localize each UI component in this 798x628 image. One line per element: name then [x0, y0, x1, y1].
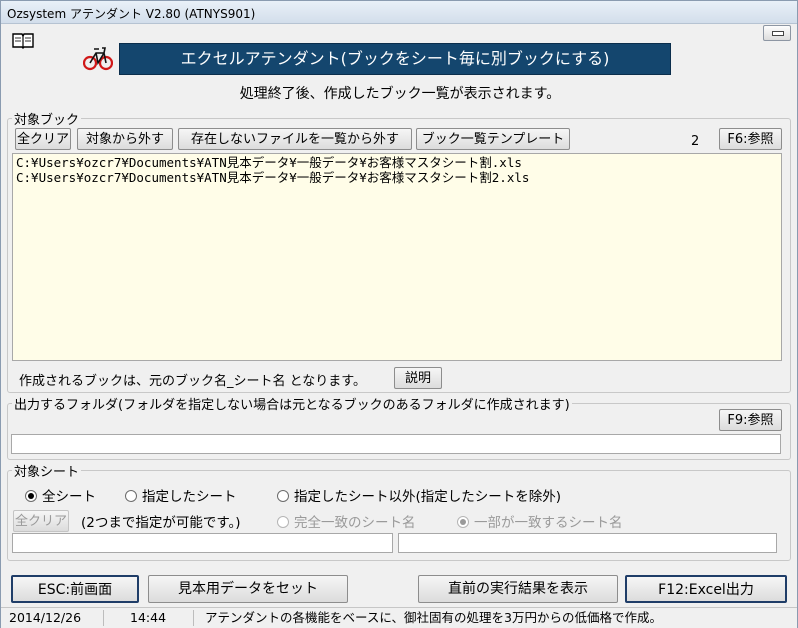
- output-folder-legend: 出力するフォルダ(フォルダを指定しない場合は元となるブックのあるフォルダに作成さ…: [14, 398, 570, 413]
- radio-partial-match[interactable]: 一部が一致するシート名: [457, 511, 623, 531]
- esc-back-button[interactable]: ESC:前画面: [11, 575, 139, 603]
- remove-missing-files-button[interactable]: 存在しないファイルを一覧から外す: [178, 128, 412, 150]
- radio-label: 一部が一致するシート名: [474, 515, 623, 531]
- explain-button[interactable]: 説明: [394, 367, 442, 389]
- radio-exclude-sheets[interactable]: 指定したシート以外(指定したシートを除外): [277, 485, 561, 505]
- radio-specified-sheets[interactable]: 指定したシート: [125, 485, 237, 505]
- title-bar: Ozsystem アテンダント V2.80 (ATNYS901): [1, 1, 797, 24]
- target-sheets-legend: 対象シート: [14, 465, 80, 480]
- page-subtitle: 処理終了後、作成したブック一覧が表示されます。: [239, 86, 561, 102]
- radio-label: 全シート: [42, 489, 96, 505]
- radio-dot: [125, 490, 137, 502]
- status-bar: 2014/12/26 14:44 アテンダントの各機能をベースに、御社固有の処理…: [1, 607, 797, 628]
- output-naming-note: 作成されるブックは、元のブック名_シート名 となります。: [19, 374, 366, 389]
- restore-button[interactable]: [763, 25, 791, 41]
- book-list-template-button[interactable]: ブック一覧テンプレート: [416, 128, 570, 150]
- book-icon[interactable]: [11, 31, 35, 49]
- radio-dot: [25, 490, 37, 502]
- list-item[interactable]: C:¥Users¥ozcr7¥Documents¥ATN見本データ¥一般データ¥…: [16, 170, 778, 185]
- radio-dot: [277, 516, 289, 528]
- remove-selected-button[interactable]: 対象から外す: [77, 128, 173, 150]
- radio-dot: [277, 490, 289, 502]
- radio-exact-match[interactable]: 完全一致のシート名: [277, 511, 416, 531]
- sheet-name-input-2[interactable]: [398, 533, 777, 553]
- page-banner: エクセルアテンダント(ブックをシート毎に別ブックにする): [119, 43, 671, 75]
- books-browse-button[interactable]: F6:参照: [719, 128, 782, 150]
- books-clear-button[interactable]: 全クリア: [15, 128, 71, 150]
- book-list[interactable]: C:¥Users¥ozcr7¥Documents¥ATN見本データ¥一般データ¥…: [12, 153, 782, 361]
- output-browse-button[interactable]: F9:参照: [719, 409, 782, 431]
- app-window: Ozsystem アテンダント V2.80 (ATNYS901) エクセルアテン…: [0, 0, 798, 628]
- excel-output-button[interactable]: F12:Excel出力: [625, 575, 787, 603]
- book-count: 2: [691, 134, 700, 149]
- show-last-result-button[interactable]: 直前の実行結果を表示: [418, 575, 618, 603]
- output-folder-input[interactable]: [11, 434, 781, 454]
- window-title: Ozsystem アテンダント V2.80 (ATNYS901): [7, 7, 256, 21]
- sheet-name-input-1[interactable]: [12, 533, 393, 553]
- radio-all-sheets[interactable]: 全シート: [25, 485, 96, 505]
- list-item[interactable]: C:¥Users¥ozcr7¥Documents¥ATN見本データ¥一般データ¥…: [16, 155, 778, 170]
- radio-dot: [457, 516, 469, 528]
- sheets-clear-button[interactable]: 全クリア: [13, 510, 69, 532]
- books-legend: 対象ブック: [14, 113, 80, 128]
- radio-label: 指定したシート以外(指定したシートを除外): [294, 489, 562, 505]
- radio-label: 完全一致のシート名: [294, 515, 416, 531]
- status-time: 14:44: [104, 610, 194, 626]
- status-message: アテンダントの各機能をベースに、御社固有の処理を3万円からの低価格で作成。: [205, 610, 662, 625]
- bicycle-icon: [83, 47, 113, 71]
- radio-label: 指定したシート: [142, 489, 237, 505]
- set-sample-data-button[interactable]: 見本用データをセット: [148, 575, 348, 603]
- sheet-limit-hint: (2つまで指定が可能です。): [81, 515, 241, 531]
- status-date: 2014/12/26: [3, 610, 104, 626]
